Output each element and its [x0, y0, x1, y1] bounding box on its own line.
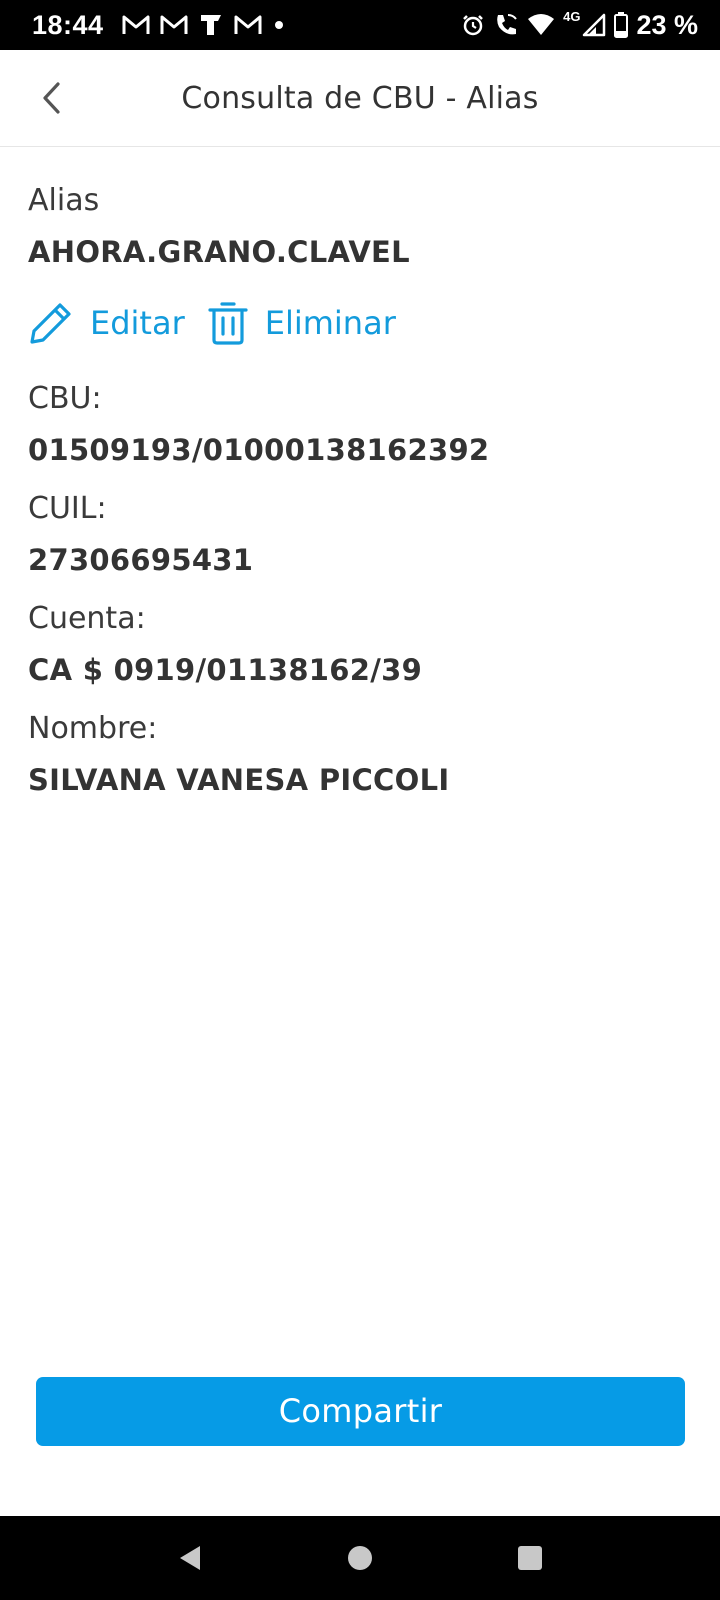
trash-icon — [208, 302, 248, 345]
system-nav-bar — [0, 1516, 720, 1600]
battery-percent: 23 % — [636, 9, 698, 40]
nav-back-button[interactable] — [160, 1528, 220, 1588]
cuil-label: CUIL: — [28, 491, 107, 526]
page-title: Consulta de CBU - Alias — [181, 81, 539, 116]
nombre-field: Nombre: SILVANA VANESA PICCOLI — [28, 703, 692, 805]
cuenta-field: Cuenta: CA $ 0919/01138162/39 — [28, 593, 692, 695]
triangle-back-icon — [180, 1546, 200, 1570]
delete-button[interactable]: Eliminar — [207, 300, 396, 346]
edit-button[interactable]: Editar — [28, 300, 185, 346]
status-time: 18:44 — [32, 9, 104, 40]
gmail-icon — [234, 14, 262, 36]
alias-value: AHORA.GRANO.CLAVEL — [28, 235, 410, 269]
cuenta-label: Cuenta: — [28, 601, 146, 636]
wifi-call-icon — [493, 12, 519, 38]
app-bar: Consulta de CBU - Alias — [0, 50, 720, 147]
nombre-label: Nombre: — [28, 711, 158, 746]
share-button[interactable]: Compartir — [36, 1377, 685, 1446]
pencil-icon — [30, 303, 71, 344]
app-t-icon — [198, 12, 224, 38]
back-button[interactable] — [26, 72, 78, 124]
nav-recents-button[interactable] — [500, 1528, 560, 1588]
alias-details: Alias AHORA.GRANO.CLAVEL Editar Eliminar… — [28, 175, 692, 805]
signal-icon — [582, 13, 606, 37]
chevron-left-icon — [43, 82, 60, 114]
cbu-label: CBU: — [28, 381, 102, 416]
cuenta-value: CA $ 0919/01138162/39 — [28, 653, 423, 687]
alias-label: Alias — [28, 183, 100, 218]
cuil-field: CUIL: 27306695431 — [28, 483, 692, 585]
delete-label: Eliminar — [264, 304, 396, 342]
circle-home-icon — [348, 1546, 372, 1570]
cbu-value: 01509193/01000138162392 — [28, 433, 490, 467]
square-recents-icon — [518, 1546, 542, 1570]
alarm-icon — [461, 13, 485, 37]
gmail-icon — [122, 14, 150, 36]
cuil-value: 27306695431 — [28, 543, 254, 577]
status-bar: 18:44 4G 23 % — [0, 0, 720, 50]
wifi-icon — [527, 13, 555, 37]
cbu-field: CBU: 01509193/01000138162392 — [28, 373, 692, 475]
notification-icons — [122, 12, 286, 38]
nombre-value: SILVANA VANESA PICCOLI — [28, 763, 450, 797]
network-type: 4G — [563, 8, 581, 24]
dot-icon — [272, 18, 286, 32]
nav-home-button[interactable] — [330, 1528, 390, 1588]
battery-icon — [614, 12, 629, 38]
edit-label: Editar — [90, 304, 185, 342]
alias-actions: Editar Eliminar — [28, 285, 692, 361]
gmail-icon — [160, 14, 188, 36]
